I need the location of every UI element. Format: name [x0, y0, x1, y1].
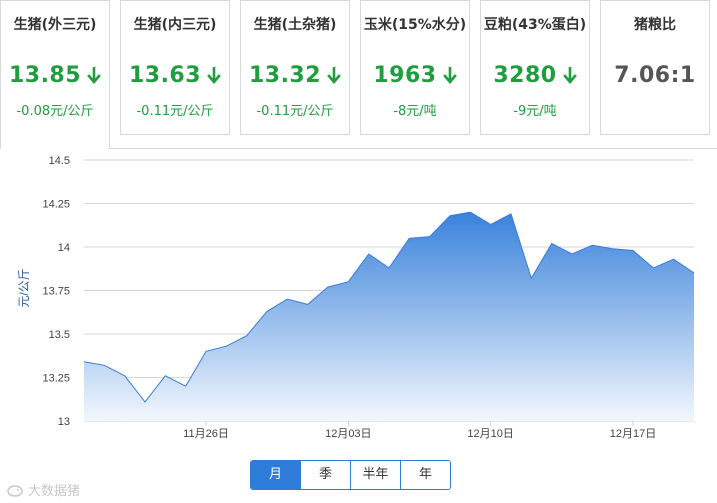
tab-price-row: 7.06:1: [601, 63, 709, 88]
tab-price: 3280: [493, 63, 557, 88]
y-tick-label: 13.75: [42, 286, 70, 298]
watermark-text: 大数据猪: [28, 484, 81, 499]
tab-4[interactable]: 豆粕(43%蛋白) 3280 -9元/吨: [480, 0, 590, 135]
price-tabs: 生猪(外三元) 13.85 -0.08元/公斤 生猪(内三元) 13.63 -0.11元/…: [0, 0, 717, 149]
y-axis-labels: 13 13.25 13.5 13.75 14 14.25 14.5: [42, 155, 70, 428]
tab-name: 生猪(内三元): [133, 17, 217, 33]
down-arrow-icon: [87, 66, 101, 84]
period-button-2[interactable]: 半年: [350, 461, 400, 489]
tab-name: 猪粮比: [634, 17, 676, 33]
tab-price-row: 13.85: [1, 63, 109, 88]
tab-2[interactable]: 生猪(土杂猪) 13.32 -0.11元/公斤: [240, 0, 350, 135]
tab-price: 13.85: [8, 63, 82, 88]
y-tick-label: 14.5: [49, 155, 70, 167]
x-tick-label: 12月03日: [325, 428, 371, 440]
tab-3[interactable]: 玉米(15%水分) 1963 -8元/吨: [360, 0, 470, 135]
tab-name: 生猪(外三元): [13, 17, 97, 33]
y-tick-label: 14: [58, 242, 70, 254]
down-arrow-icon: [562, 66, 577, 84]
tab-change: -9元/吨: [513, 104, 557, 119]
period-button-1[interactable]: 季: [300, 461, 350, 489]
x-tick-label: 12月17日: [610, 428, 656, 440]
tab-price: 7.06:1: [614, 63, 696, 88]
period-button-0[interactable]: 月: [251, 461, 300, 489]
tab-name: 玉米(15%水分): [363, 17, 467, 33]
tab-0[interactable]: 生猪(外三元) 13.85 -0.08元/公斤: [0, 0, 110, 149]
tab-price: 13.32: [248, 63, 322, 88]
pig-logo-icon: [7, 484, 23, 497]
y-tick-label: 13.25: [42, 373, 70, 385]
y-tick-label: 14.25: [42, 199, 70, 211]
price-area-chart: 13 13.25 13.5 13.75 14 14.25 14.5 11月26日 12月03日…: [17, 155, 695, 440]
down-arrow-icon: [207, 66, 221, 84]
tab-5[interactable]: 猪粮比 7.06:1: [600, 0, 710, 135]
area-series: [83, 211, 695, 421]
watermark: 大数据猪: [6, 480, 80, 499]
x-tick-label: 11月26日: [183, 428, 229, 440]
tab-change: -0.11元/公斤: [256, 104, 334, 119]
tab-price-row: 1963: [361, 63, 469, 88]
period-button-3[interactable]: 年: [400, 461, 450, 489]
y-tick-label: 13: [58, 416, 70, 428]
tab-change: -0.11元/公斤: [136, 104, 214, 119]
tab-price: 1963: [373, 63, 437, 88]
tab-price-row: 13.32: [241, 63, 349, 88]
x-axis-labels: 11月26日 12月03日 12月10日 12月17日: [183, 421, 656, 440]
down-arrow-icon: [327, 66, 341, 84]
area-fill: [84, 212, 694, 421]
tab-price-row: 3280: [481, 63, 589, 88]
tab-price-row: 13.63: [121, 63, 229, 88]
tab-1[interactable]: 生猪(内三元) 13.63 -0.11元/公斤: [120, 0, 230, 135]
tab-price: 13.63: [128, 63, 202, 88]
down-arrow-icon: [442, 66, 457, 84]
tab-change: -0.08元/公斤: [16, 104, 94, 119]
tab-name: 豆粕(43%蛋白): [483, 17, 587, 33]
tab-change: -8元/吨: [393, 104, 437, 119]
y-tick-label: 13.5: [49, 329, 70, 341]
x-tick-label: 12月10日: [467, 428, 513, 440]
y-axis-title: 元/公斤: [17, 268, 31, 307]
tab-name: 生猪(土杂猪): [253, 17, 337, 33]
period-selector: 月季半年年: [250, 460, 451, 490]
